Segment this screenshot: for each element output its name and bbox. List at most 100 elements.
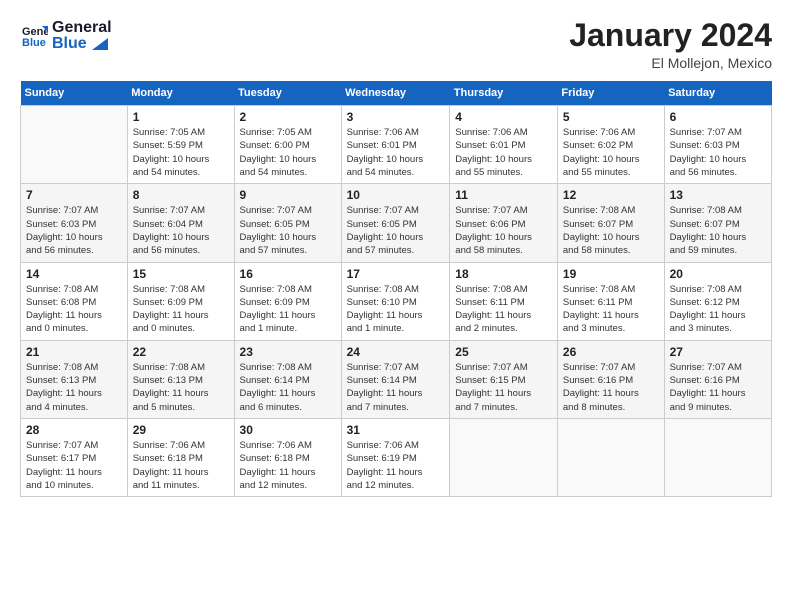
calendar-cell (21, 106, 128, 184)
day-info: Sunrise: 7:07 AM Sunset: 6:14 PM Dayligh… (347, 361, 445, 414)
day-number: 14 (26, 267, 122, 281)
day-number: 18 (455, 267, 552, 281)
calendar-cell: 7 Sunrise: 7:07 AM Sunset: 6:03 PM Daylig… (21, 184, 128, 262)
calendar-cell: 13Sunrise: 7:08 AM Sunset: 6:07 PM Dayli… (664, 184, 771, 262)
day-number: 20 (670, 267, 766, 281)
calendar-cell: 1Sunrise: 7:05 AM Sunset: 5:59 PM Daylig… (127, 106, 234, 184)
calendar-week-2: 14 Sunrise: 7:08 AM Sunset: 6:08 PM Dayli… (21, 262, 772, 340)
day-number: 6 (670, 110, 766, 124)
day-info: Sunrise: 7:08 AM Sunset: 6:10 PM Dayligh… (347, 283, 445, 336)
day-info: Sunrise: 7:08 AM Sunset: 6:07 PM Dayligh… (670, 204, 766, 257)
logo-blue: Blue (52, 34, 112, 53)
header-wednesday: Wednesday (341, 81, 450, 106)
day-number: 12 (563, 188, 659, 202)
calendar-cell: 29 Sunrise: 7:06 AM Sunset: 6:18 PM Dayli… (127, 418, 234, 496)
calendar-cell: 27 Sunrise: 7:07 AM Sunset: 6:16 PM Dayli… (664, 340, 771, 418)
day-info: Sunrise: 7:07 AM Sunset: 6:16 PM Dayligh… (563, 361, 659, 414)
calendar-cell: 9 Sunrise: 7:07 AM Sunset: 6:05 PM Daylig… (234, 184, 341, 262)
calendar-week-0: 1Sunrise: 7:05 AM Sunset: 5:59 PM Daylig… (21, 106, 772, 184)
day-info: Sunrise: 7:05 AM Sunset: 6:00 PM Dayligh… (240, 126, 336, 179)
header-monday: Monday (127, 81, 234, 106)
calendar-cell: 15 Sunrise: 7:08 AM Sunset: 6:09 PM Dayli… (127, 262, 234, 340)
day-info: Sunrise: 7:08 AM Sunset: 6:13 PM Dayligh… (26, 361, 122, 414)
day-number: 4 (455, 110, 552, 124)
day-info: Sunrise: 7:06 AM Sunset: 6:01 PM Dayligh… (347, 126, 445, 179)
day-number: 21 (26, 345, 122, 359)
page: General Blue General Blue January 2024 E… (0, 0, 792, 507)
calendar-cell: 28Sunrise: 7:07 AM Sunset: 6:17 PM Dayli… (21, 418, 128, 496)
header-row: Sunday Monday Tuesday Wednesday Thursday… (21, 81, 772, 106)
calendar-cell: 12Sunrise: 7:08 AM Sunset: 6:07 PM Dayli… (557, 184, 664, 262)
day-info: Sunrise: 7:08 AM Sunset: 6:13 PM Dayligh… (133, 361, 229, 414)
day-number: 22 (133, 345, 229, 359)
calendar-cell (450, 418, 558, 496)
calendar-cell: 6 Sunrise: 7:07 AM Sunset: 6:03 PM Daylig… (664, 106, 771, 184)
calendar-cell: 20Sunrise: 7:08 AM Sunset: 6:12 PM Dayli… (664, 262, 771, 340)
day-number: 16 (240, 267, 336, 281)
location: El Mollejon, Mexico (569, 55, 772, 71)
calendar-cell: 8 Sunrise: 7:07 AM Sunset: 6:04 PM Daylig… (127, 184, 234, 262)
calendar-cell: 11 Sunrise: 7:07 AM Sunset: 6:06 PM Dayli… (450, 184, 558, 262)
calendar-week-1: 7 Sunrise: 7:07 AM Sunset: 6:03 PM Daylig… (21, 184, 772, 262)
day-number: 9 (240, 188, 336, 202)
calendar-cell: 30Sunrise: 7:06 AM Sunset: 6:18 PM Dayli… (234, 418, 341, 496)
logo-icon: General Blue (20, 22, 48, 50)
day-info: Sunrise: 7:06 AM Sunset: 6:18 PM Dayligh… (240, 439, 336, 492)
header-tuesday: Tuesday (234, 81, 341, 106)
calendar-cell: 5Sunrise: 7:06 AM Sunset: 6:02 PM Daylig… (557, 106, 664, 184)
calendar-cell (664, 418, 771, 496)
header: General Blue General Blue January 2024 E… (20, 18, 772, 71)
logo-arrow-icon (92, 38, 108, 50)
day-info: Sunrise: 7:07 AM Sunset: 6:06 PM Dayligh… (455, 204, 552, 257)
day-info: Sunrise: 7:07 AM Sunset: 6:16 PM Dayligh… (670, 361, 766, 414)
day-info: Sunrise: 7:07 AM Sunset: 6:03 PM Dayligh… (26, 204, 122, 257)
title-area: January 2024 El Mollejon, Mexico (569, 18, 772, 71)
day-info: Sunrise: 7:08 AM Sunset: 6:09 PM Dayligh… (133, 283, 229, 336)
day-number: 11 (455, 188, 552, 202)
calendar-cell: 2 Sunrise: 7:05 AM Sunset: 6:00 PM Daylig… (234, 106, 341, 184)
calendar-cell: 16 Sunrise: 7:08 AM Sunset: 6:09 PM Dayli… (234, 262, 341, 340)
day-number: 7 (26, 188, 122, 202)
day-info: Sunrise: 7:08 AM Sunset: 6:09 PM Dayligh… (240, 283, 336, 336)
calendar-cell: 17Sunrise: 7:08 AM Sunset: 6:10 PM Dayli… (341, 262, 450, 340)
svg-text:Blue: Blue (22, 37, 46, 49)
calendar-week-4: 28Sunrise: 7:07 AM Sunset: 6:17 PM Dayli… (21, 418, 772, 496)
calendar-cell: 25 Sunrise: 7:07 AM Sunset: 6:15 PM Dayli… (450, 340, 558, 418)
calendar-cell: 22 Sunrise: 7:08 AM Sunset: 6:13 PM Dayli… (127, 340, 234, 418)
day-info: Sunrise: 7:07 AM Sunset: 6:15 PM Dayligh… (455, 361, 552, 414)
calendar-cell: 4 Sunrise: 7:06 AM Sunset: 6:01 PM Daylig… (450, 106, 558, 184)
calendar-cell: 23Sunrise: 7:08 AM Sunset: 6:14 PM Dayli… (234, 340, 341, 418)
calendar-cell (557, 418, 664, 496)
day-number: 26 (563, 345, 659, 359)
day-info: Sunrise: 7:07 AM Sunset: 6:04 PM Dayligh… (133, 204, 229, 257)
day-info: Sunrise: 7:08 AM Sunset: 6:11 PM Dayligh… (455, 283, 552, 336)
day-number: 27 (670, 345, 766, 359)
day-info: Sunrise: 7:07 AM Sunset: 6:03 PM Dayligh… (670, 126, 766, 179)
day-info: Sunrise: 7:07 AM Sunset: 6:17 PM Dayligh… (26, 439, 122, 492)
calendar-cell: 3 Sunrise: 7:06 AM Sunset: 6:01 PM Daylig… (341, 106, 450, 184)
day-number: 31 (347, 423, 445, 437)
day-number: 15 (133, 267, 229, 281)
day-info: Sunrise: 7:07 AM Sunset: 6:05 PM Dayligh… (240, 204, 336, 257)
month-title: January 2024 (569, 18, 772, 53)
day-info: Sunrise: 7:08 AM Sunset: 6:11 PM Dayligh… (563, 283, 659, 336)
calendar-week-3: 21 Sunrise: 7:08 AM Sunset: 6:13 PM Dayli… (21, 340, 772, 418)
day-info: Sunrise: 7:06 AM Sunset: 6:01 PM Dayligh… (455, 126, 552, 179)
day-number: 10 (347, 188, 445, 202)
calendar-cell: 21 Sunrise: 7:08 AM Sunset: 6:13 PM Dayli… (21, 340, 128, 418)
day-number: 25 (455, 345, 552, 359)
day-number: 1 (133, 110, 229, 124)
calendar-cell: 18 Sunrise: 7:08 AM Sunset: 6:11 PM Dayli… (450, 262, 558, 340)
day-number: 3 (347, 110, 445, 124)
day-info: Sunrise: 7:08 AM Sunset: 6:14 PM Dayligh… (240, 361, 336, 414)
calendar-cell: 10 Sunrise: 7:07 AM Sunset: 6:05 PM Dayli… (341, 184, 450, 262)
day-number: 8 (133, 188, 229, 202)
day-info: Sunrise: 7:08 AM Sunset: 6:08 PM Dayligh… (26, 283, 122, 336)
day-info: Sunrise: 7:06 AM Sunset: 6:18 PM Dayligh… (133, 439, 229, 492)
calendar-cell: 26 Sunrise: 7:07 AM Sunset: 6:16 PM Dayli… (557, 340, 664, 418)
day-info: Sunrise: 7:06 AM Sunset: 6:02 PM Dayligh… (563, 126, 659, 179)
day-info: Sunrise: 7:07 AM Sunset: 6:05 PM Dayligh… (347, 204, 445, 257)
calendar-cell: 19Sunrise: 7:08 AM Sunset: 6:11 PM Dayli… (557, 262, 664, 340)
day-number: 2 (240, 110, 336, 124)
day-number: 29 (133, 423, 229, 437)
